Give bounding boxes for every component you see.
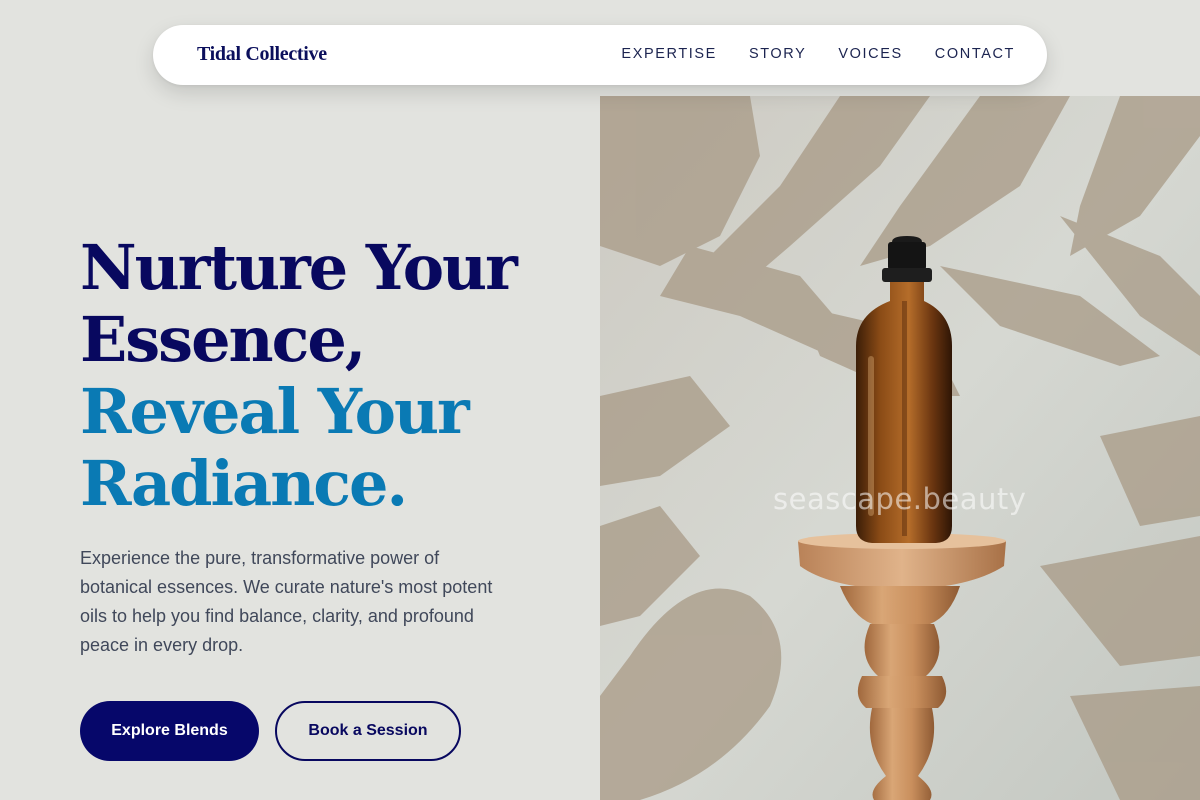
nav-link-contact[interactable]: CONTACT: [935, 46, 1015, 62]
top-navbar: Tidal Collective EXPERTISE STORY VOICES …: [153, 25, 1047, 85]
headline-line-1: Nurture Your: [80, 231, 518, 304]
book-session-button[interactable]: Book a Session: [275, 701, 461, 761]
hero-headline: Nurture Your Essence, Reveal Your Radian…: [80, 231, 518, 520]
hero-image: seascape.beauty: [600, 96, 1200, 800]
headline-line-3: Reveal Your: [80, 375, 470, 448]
headline-line-4: Radiance.: [80, 447, 408, 520]
nav-link-story[interactable]: STORY: [749, 46, 806, 62]
image-watermark: seascape.beauty: [773, 482, 1027, 516]
brand-logo[interactable]: Tidal Collective: [197, 43, 327, 66]
hero-description: Experience the pure, transformative powe…: [80, 548, 493, 655]
explore-blends-button[interactable]: Explore Blends: [80, 701, 259, 761]
headline-line-2: Essence,: [80, 303, 366, 376]
nav-link-voices[interactable]: VOICES: [838, 46, 902, 62]
nav-link-expertise[interactable]: EXPERTISE: [621, 46, 717, 62]
nav-links: EXPERTISE STORY VOICES CONTACT: [621, 46, 1015, 62]
product-photo: [600, 96, 1200, 800]
